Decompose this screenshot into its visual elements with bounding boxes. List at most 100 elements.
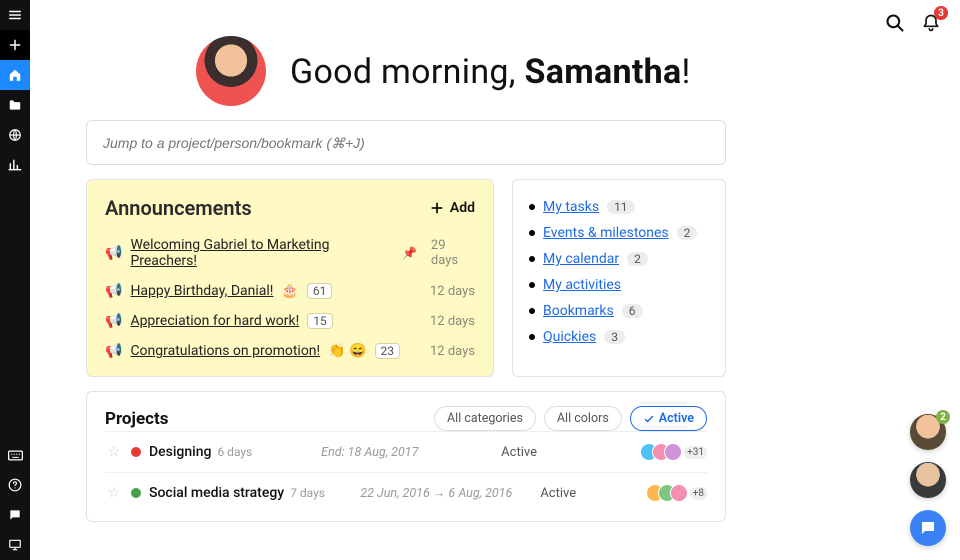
sidebar-desktop[interactable] [0, 530, 30, 560]
greeting-text: Good morning, Samantha! [290, 36, 691, 92]
announcement-row: 📢 Welcoming Gabriel to Marketing Preache… [105, 230, 475, 276]
member-more: +31 [684, 446, 707, 459]
project-dates: End: 18 Aug, 2017 [321, 445, 501, 460]
contact-badge: 2 [936, 410, 950, 424]
projects-card: Projects All categories All colors Activ… [86, 391, 726, 522]
add-label: Add [450, 200, 475, 216]
quicklink-count: 11 [607, 200, 635, 214]
pin-icon: 📌 [402, 246, 417, 260]
sidebar-chat[interactable] [0, 500, 30, 530]
quicklink-row: My calendar 2 [529, 246, 709, 272]
sidebar-keyboard[interactable] [0, 440, 30, 470]
check-icon [643, 413, 655, 425]
project-age: 7 days [290, 486, 325, 500]
bell-icon[interactable]: 3 [920, 12, 942, 34]
member-avatar [670, 484, 688, 502]
quicklink-count: 3 [604, 330, 625, 344]
reaction-count[interactable]: 15 [307, 313, 333, 329]
announcements-title: Announcements [105, 196, 252, 220]
quicklink-row: My tasks 11 [529, 194, 709, 220]
search-icon[interactable] [884, 12, 906, 34]
announcement-link[interactable]: Happy Birthday, Danial! [130, 283, 273, 299]
filter-categories[interactable]: All categories [434, 406, 536, 431]
sidebar-menu[interactable] [0, 0, 30, 30]
sidebar [0, 0, 30, 560]
add-announcement-button[interactable]: Add [430, 200, 475, 216]
emoji: 🎂 [281, 283, 298, 299]
greeting-name: Samantha [525, 52, 682, 92]
filter-colors[interactable]: All colors [544, 406, 622, 431]
project-color-dot [131, 447, 141, 457]
quicklink[interactable]: Quickies [543, 329, 596, 345]
bullet [529, 308, 535, 314]
contact-avatar [910, 462, 946, 498]
quicklinks-card: My tasks 11 Events & milestones 2 My calen… [512, 179, 726, 377]
megaphone-icon: 📢 [105, 313, 122, 329]
filter-active[interactable]: Active [630, 406, 707, 431]
sidebar-folder[interactable] [0, 90, 30, 120]
reaction-count[interactable]: 23 [375, 343, 401, 359]
sidebar-globe[interactable] [0, 120, 30, 150]
announcement-link[interactable]: Congratulations on promotion! [130, 343, 320, 359]
announcement-row: 📢 Appreciation for hard work! 15 12 days [105, 306, 475, 336]
emoji: 👏 😄 [328, 343, 366, 359]
float-contact-2[interactable] [910, 462, 946, 498]
star-icon[interactable]: ☆ [105, 485, 123, 501]
project-age: 6 days [217, 445, 252, 459]
quicklink[interactable]: My tasks [543, 199, 599, 215]
quicklink[interactable]: Events & milestones [543, 225, 669, 241]
project-members[interactable]: +8 [646, 484, 707, 502]
megaphone-icon: 📢 [105, 283, 122, 299]
member-avatar [664, 443, 682, 461]
quicklink-count: 2 [677, 226, 698, 240]
float-contact-1[interactable]: 2 [910, 414, 946, 450]
announcement-age: 29 days [431, 238, 475, 268]
jump-input[interactable] [103, 135, 709, 151]
member-more: +8 [690, 487, 707, 500]
announcement-row: 📢 Congratulations on promotion! 👏 😄 23 1… [105, 336, 475, 366]
quicklink[interactable]: Bookmarks [543, 303, 614, 319]
announcements-card: Announcements Add 📢 Welcoming Gabriel to… [86, 179, 494, 377]
chat-icon [919, 519, 937, 537]
quicklink[interactable]: My calendar [543, 251, 619, 267]
quicklink-row: Bookmarks 6 [529, 298, 709, 324]
sidebar-help[interactable] [0, 470, 30, 500]
announcement-link[interactable]: Welcoming Gabriel to Marketing Preachers… [130, 237, 394, 269]
project-status: Active [501, 445, 571, 460]
quicklink[interactable]: My activities [543, 277, 621, 293]
star-icon[interactable]: ☆ [105, 444, 123, 460]
project-name[interactable]: Social media strategy [149, 485, 284, 501]
megaphone-icon: 📢 [105, 343, 122, 359]
announcement-row: 📢 Happy Birthday, Danial! 🎂 61 12 days [105, 276, 475, 306]
notification-badge: 3 [934, 6, 948, 20]
project-row[interactable]: ☆ Designing 6 days End: 18 Aug, 2017 Act… [105, 431, 707, 472]
project-row[interactable]: ☆ Social media strategy 7 days 22 Jun, 2… [105, 472, 707, 513]
quicklink-row: Quickies 3 [529, 324, 709, 350]
project-members[interactable]: +31 [640, 443, 707, 461]
plus-icon [430, 201, 444, 215]
greeting-prefix: Good morning, [290, 52, 525, 92]
project-name[interactable]: Designing [149, 444, 211, 460]
bullet [529, 230, 535, 236]
float-chat-button[interactable] [910, 510, 946, 546]
project-color-dot [131, 488, 141, 498]
announcement-link[interactable]: Appreciation for hard work! [130, 313, 299, 329]
bullet [529, 256, 535, 262]
jump-box[interactable] [86, 120, 726, 165]
sidebar-reports[interactable] [0, 150, 30, 180]
reaction-count[interactable]: 61 [307, 283, 333, 299]
announcement-age: 12 days [430, 284, 475, 299]
announcement-age: 12 days [430, 314, 475, 329]
quicklink-count: 6 [622, 304, 643, 318]
greeting: Good morning, Samantha! [196, 36, 904, 106]
projects-title: Projects [105, 409, 168, 429]
greeting-suffix: ! [682, 52, 691, 92]
sidebar-home[interactable] [0, 60, 30, 90]
bullet [529, 204, 535, 210]
bullet [529, 334, 535, 340]
sidebar-add[interactable] [0, 30, 30, 60]
quicklink-row: My activities [529, 272, 709, 298]
quicklink-row: Events & milestones 2 [529, 220, 709, 246]
quicklink-count: 2 [627, 252, 648, 266]
user-avatar[interactable] [196, 36, 266, 106]
